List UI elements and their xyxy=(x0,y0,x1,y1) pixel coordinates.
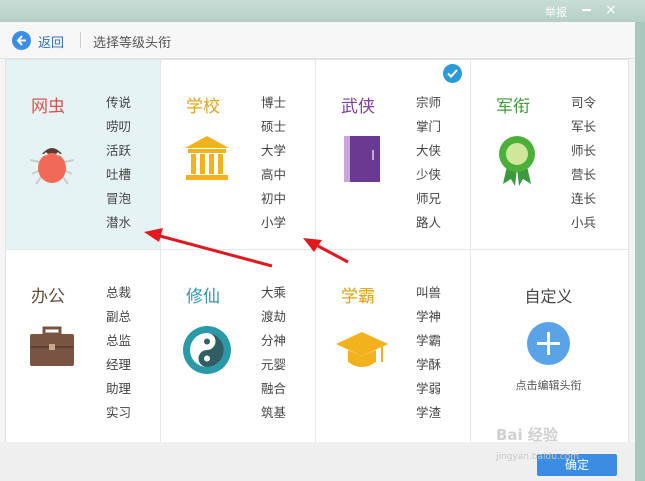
level-item: 少侠 xyxy=(416,167,442,182)
level-item: 硕士 xyxy=(261,119,287,134)
report-link[interactable]: 举报 xyxy=(545,4,567,20)
category-title: 军衔 xyxy=(496,97,530,117)
level-item: 融合 xyxy=(261,381,287,396)
page-title: 选择等级头衔 xyxy=(93,36,172,51)
level-item: 活跃 xyxy=(106,143,132,158)
edit-title-caption[interactable]: 点击编辑头衔 xyxy=(471,377,626,393)
level-item: 博士 xyxy=(261,95,287,110)
level-item: 学神 xyxy=(416,309,442,324)
level-item: 司令 xyxy=(571,95,597,110)
level-item: 学渣 xyxy=(416,405,442,420)
title-category-grid: 网虫 传说 唠叨 活跃 吐槽 冒泡 潜水 学校 博士 硕士 大学 高中 初中 小… xyxy=(5,59,629,443)
level-item: 学酥 xyxy=(416,357,442,372)
bug-icon xyxy=(24,132,80,188)
category-card-xueba[interactable]: 学霸 叫兽 学神 学霸 学酥 学弱 学渣 xyxy=(316,250,471,442)
level-item: 总裁 xyxy=(106,285,132,300)
level-item: 掌门 xyxy=(416,119,442,134)
level-item: 唠叨 xyxy=(106,119,132,134)
level-item: 潜水 xyxy=(106,215,132,230)
level-item: 小兵 xyxy=(571,215,597,230)
category-card-bangong[interactable]: 办公 总裁 副总 总监 经理 助理 实习 xyxy=(6,250,161,442)
level-item: 师长 xyxy=(571,143,597,158)
medal-icon xyxy=(489,132,545,188)
level-item: 元婴 xyxy=(261,357,287,372)
book-icon xyxy=(334,132,390,188)
category-card-xiuxian[interactable]: 修仙 大乘 渡劫 分神 元婴 融合 筑基 xyxy=(161,250,316,442)
checkmark-icon xyxy=(443,64,462,83)
level-item: 路人 xyxy=(416,215,442,230)
level-item: 实习 xyxy=(106,405,132,420)
category-title: 武侠 xyxy=(341,97,375,117)
back-arrow-icon[interactable] xyxy=(12,31,31,50)
category-card-junxian[interactable]: 军衔 司令 军长 师长 营长 连长 小兵 xyxy=(471,60,628,250)
level-item: 经理 xyxy=(106,357,132,372)
category-title: 网虫 xyxy=(31,97,65,117)
level-item: 大侠 xyxy=(416,143,442,158)
level-list: 博士 硕士 大学 高中 初中 小学 xyxy=(261,94,286,238)
category-title: 学霸 xyxy=(341,287,375,307)
level-item: 筑基 xyxy=(261,405,287,420)
level-item: 传说 xyxy=(106,95,132,110)
level-list: 宗师 掌门 大侠 少侠 师兄 路人 xyxy=(416,94,441,238)
level-item: 吐槽 xyxy=(106,167,132,182)
level-item: 副总 xyxy=(106,309,132,324)
nav-bar: 返回 选择等级头衔 xyxy=(0,22,635,59)
category-card-wangchong[interactable]: 网虫 传说 唠叨 活跃 吐槽 冒泡 潜水 xyxy=(6,60,161,250)
category-card-xuexiao[interactable]: 学校 博士 硕士 大学 高中 初中 小学 xyxy=(161,60,316,250)
level-item: 渡劫 xyxy=(261,309,287,324)
watermark-url: jingyan.baidu.com xyxy=(496,452,580,462)
level-item: 连长 xyxy=(571,191,597,206)
level-item: 叫兽 xyxy=(416,285,442,300)
category-card-custom[interactable]: 自定义 点击编辑头衔 xyxy=(471,250,628,442)
close-button[interactable]: × xyxy=(605,2,617,18)
briefcase-icon xyxy=(24,322,80,378)
category-title: 办公 xyxy=(31,287,65,307)
level-item: 总监 xyxy=(106,333,132,348)
nav-divider xyxy=(80,32,81,48)
level-item: 师兄 xyxy=(416,191,442,206)
plus-icon[interactable] xyxy=(527,322,570,365)
level-item: 宗师 xyxy=(416,95,442,110)
level-list: 传说 唠叨 活跃 吐槽 冒泡 潜水 xyxy=(106,94,131,238)
level-item: 营长 xyxy=(571,167,597,182)
minimize-button[interactable] xyxy=(582,9,591,11)
dialog-panel: 返回 选择等级头衔 网虫 传说 唠叨 活跃 吐槽 冒泡 潜水 学校 博士 硕士 … xyxy=(0,22,635,481)
level-item: 学霸 xyxy=(416,333,442,348)
level-list: 司令 军长 师长 营长 连长 小兵 xyxy=(571,94,596,238)
level-item: 军长 xyxy=(571,119,597,134)
level-item: 初中 xyxy=(261,191,287,206)
level-list: 叫兽 学神 学霸 学酥 学弱 学渣 xyxy=(416,284,441,428)
window-titlebar: 举报 × xyxy=(0,0,645,22)
category-card-wuxia[interactable]: 武侠 宗师 掌门 大侠 少侠 师兄 路人 xyxy=(316,60,471,250)
back-button[interactable]: 返回 xyxy=(38,32,64,51)
level-item: 分神 xyxy=(261,333,287,348)
taiji-icon xyxy=(179,322,235,378)
level-item: 大乘 xyxy=(261,285,287,300)
category-title: 学校 xyxy=(186,97,220,117)
level-item: 学弱 xyxy=(416,381,442,396)
custom-title: 自定义 xyxy=(524,287,573,306)
level-item: 冒泡 xyxy=(106,191,132,206)
level-list: 总裁 副总 总监 经理 助理 实习 xyxy=(106,284,131,428)
school-building-icon xyxy=(179,132,235,188)
level-item: 助理 xyxy=(106,381,132,396)
level-list: 大乘 渡劫 分神 元婴 融合 筑基 xyxy=(261,284,286,428)
watermark: Bai 经验 xyxy=(496,426,558,444)
level-item: 小学 xyxy=(261,215,287,230)
graduation-cap-icon xyxy=(334,322,390,378)
category-title: 修仙 xyxy=(186,287,220,307)
level-item: 大学 xyxy=(261,143,287,158)
level-item: 高中 xyxy=(261,167,287,182)
